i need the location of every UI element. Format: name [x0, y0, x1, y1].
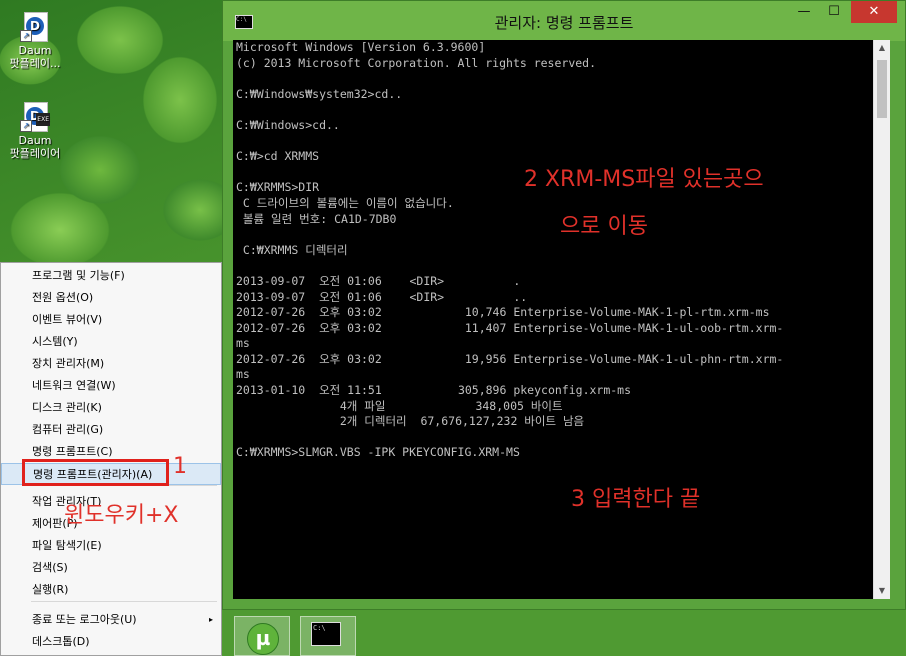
- console-line: C:₩XRMMS 디렉터리: [236, 242, 348, 257]
- menu-item-label: 프로그램 및 기능(F): [32, 269, 125, 282]
- command-prompt-window[interactable]: C:\ 관리자: 명령 프롬프트 — ☐ ✕ Microsoft Windows…: [222, 0, 906, 610]
- desktop-icon-daum-potplayer-2[interactable]: D ↗ EXE Daum 팟플레이어: [0, 102, 70, 160]
- menu-item[interactable]: 시스템(Y): [1, 331, 221, 353]
- window-titlebar[interactable]: C:\ 관리자: 명령 프롬프트 — ☐ ✕: [223, 1, 905, 41]
- menu-item-label: 장치 관리자(M): [32, 357, 105, 370]
- console-line: 2012-07-26 오후 03:02 10,746 Enterprise-Vo…: [236, 305, 770, 320]
- menu-item[interactable]: 데스크톱(D): [1, 631, 221, 653]
- annotation-step3: 3 입력한다 끝: [571, 487, 701, 512]
- menu-item-label: 종료 또는 로그아웃(U): [32, 613, 137, 626]
- menu-item[interactable]: 네트워크 연결(W): [1, 375, 221, 397]
- taskbar-app-command-prompt[interactable]: C:\: [300, 616, 356, 656]
- menu-item-label: 디스크 관리(K): [32, 401, 102, 414]
- console-line: ms: [236, 336, 250, 351]
- console-line: C:₩XRMMS>SLMGR.VBS -IPK PKEYCONFIG.XRM-M…: [236, 445, 520, 460]
- menu-item[interactable]: 전원 옵션(O): [1, 287, 221, 309]
- annotation-step1: 1: [173, 454, 187, 479]
- taskbar-app-utorrent[interactable]: µ: [234, 616, 290, 656]
- console-line: ms: [236, 367, 250, 382]
- menu-item-label: 명령 프롬프트(C): [32, 445, 113, 458]
- menu-item-label: 데스크톱(D): [32, 635, 90, 648]
- console-line: 2개 디렉터리 67,676,127,232 바이트 남음: [236, 414, 585, 429]
- menu-item-label: 이벤트 뷰어(V): [32, 313, 103, 326]
- console-line: 2012-07-26 오후 03:02 11,407 Enterprise-Vo…: [236, 320, 784, 335]
- annotation-step1-note: 윈도우키+X: [64, 503, 179, 528]
- menu-item[interactable]: 장치 관리자(M): [1, 353, 221, 375]
- console-output[interactable]: Microsoft Windows [Version 6.3.9600] (c) …: [233, 40, 873, 599]
- annotation-step2-line1: 2 XRM-MS파일 있는곳으: [524, 167, 764, 192]
- utorrent-icon: µ: [247, 623, 279, 655]
- console-line: C:₩Windows>cd..: [236, 117, 340, 132]
- desktop-icon-label-line2: 팟플레이어: [9, 147, 61, 160]
- potplayer-icon: D ↗: [20, 12, 50, 42]
- menu-item[interactable]: 디스크 관리(K): [1, 397, 221, 419]
- maximize-button[interactable]: ☐: [819, 1, 849, 23]
- menu-item[interactable]: 파일 탐색기(E): [1, 535, 221, 557]
- minimize-button[interactable]: —: [789, 1, 819, 23]
- menu-item-label: 파일 탐색기(E): [32, 539, 102, 552]
- scroll-down-icon[interactable]: ▼: [874, 583, 890, 599]
- taskbar: µ C:\: [222, 610, 906, 656]
- vertical-scrollbar[interactable]: ▲ ▼: [873, 40, 890, 599]
- menu-item[interactable]: 이벤트 뷰어(V): [1, 309, 221, 331]
- console-line: (c) 2013 Microsoft Corporation. All righ…: [236, 55, 597, 70]
- console-line: 2012-07-26 오후 03:02 19,956 Enterprise-Vo…: [236, 351, 784, 366]
- console-line: 볼륨 일련 번호: CA1D-7DB0: [236, 211, 397, 226]
- close-button[interactable]: ✕: [851, 1, 897, 23]
- scrollbar-thumb[interactable]: [877, 60, 887, 118]
- console-line: C 드라이브의 볼륨에는 이름이 없습니다.: [236, 195, 454, 210]
- menu-item[interactable]: 프로그램 및 기능(F): [1, 265, 221, 287]
- menu-item-label: 컴퓨터 관리(G): [32, 423, 104, 436]
- menu-item[interactable]: 검색(S): [1, 557, 221, 579]
- console-line: C:₩Windows₩system32>cd..: [236, 86, 403, 101]
- console-line: 2013-01-10 오전 11:51 305,896 pkeyconfig.x…: [236, 383, 632, 398]
- console-line: 2013-09-07 오전 01:06 <DIR> .: [236, 273, 521, 288]
- desktop-icon-daum-potplayer-1[interactable]: D ↗ Daum 팟플레이...: [0, 12, 70, 70]
- menu-item-label: 네트워크 연결(W): [32, 379, 116, 392]
- highlight-box: [22, 459, 169, 486]
- menu-item[interactable]: 실행(R): [1, 579, 221, 601]
- menu-item-label: 전원 옵션(O): [32, 291, 94, 304]
- menu-separator: [31, 601, 217, 602]
- menu-item-label: 시스템(Y): [32, 335, 78, 348]
- console-line: 2013-09-07 오전 01:06 <DIR> ..: [236, 289, 528, 304]
- console-line: Microsoft Windows [Version 6.3.9600]: [236, 40, 486, 54]
- desktop-icon-label-line1: Daum: [18, 44, 52, 57]
- menu-item-label: 실행(R): [32, 583, 69, 596]
- menu-item-label: 검색(S): [32, 561, 68, 574]
- menu-item[interactable]: 컴퓨터 관리(G): [1, 419, 221, 441]
- annotation-step2-line2: 으로 이동: [560, 214, 648, 239]
- desktop-icon-label-line1: Daum: [18, 134, 52, 147]
- menu-item[interactable]: 종료 또는 로그아웃(U) ▸: [1, 609, 221, 631]
- cmd-icon: C:\: [311, 622, 341, 646]
- scroll-up-icon[interactable]: ▲: [874, 40, 890, 56]
- submenu-arrow-icon: ▸: [208, 615, 213, 624]
- potplayer-icon: D ↗ EXE: [20, 102, 50, 132]
- desktop-icon-label-line2: 팟플레이...: [9, 57, 61, 70]
- console-line: 4개 파일 348,005 바이트: [236, 398, 563, 413]
